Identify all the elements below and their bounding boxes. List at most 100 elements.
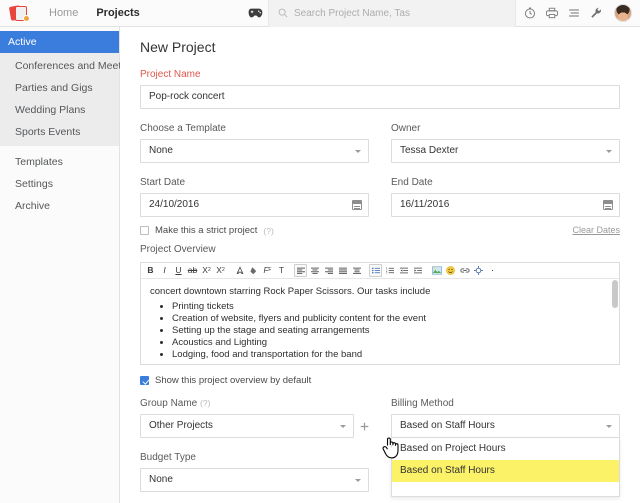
editor-bullet-item: Creation of website, flyers and publicit…: [172, 313, 610, 325]
calendar-icon[interactable]: [352, 200, 362, 210]
sidebar-item-settings[interactable]: Settings: [0, 173, 119, 195]
align-right-icon[interactable]: [322, 264, 335, 277]
print-icon[interactable]: [542, 3, 562, 23]
user-avatar[interactable]: [614, 4, 632, 22]
show-overview-label: Show this project overview by default: [155, 375, 311, 386]
billing-method-field-group: Billing Method Based on Staff Hours Base…: [391, 398, 620, 492]
rich-text-editor: B I U ab X2 X2 FF T: [140, 262, 620, 365]
sidebar-item-sports-events[interactable]: Sports Events: [0, 121, 119, 143]
show-overview-checkbox[interactable]: [140, 376, 149, 385]
align-center-icon[interactable]: [308, 264, 321, 277]
end-date-input[interactable]: 16/11/2016: [391, 193, 620, 217]
project-name-field-group: Project Name Pop-rock concert: [140, 69, 620, 109]
billing-method-select[interactable]: Based on Staff Hours: [391, 414, 620, 438]
highlight-color-icon[interactable]: [247, 264, 260, 277]
gamepad-icon[interactable]: [242, 8, 268, 18]
new-project-form: Project Name Pop-rock concert Choose a T…: [120, 55, 640, 503]
sidebar-item-parties-and-gigs[interactable]: Parties and Gigs: [0, 77, 119, 99]
svg-text:3: 3: [386, 272, 388, 274]
align-left-icon[interactable]: [294, 264, 307, 277]
calendar-icon[interactable]: [603, 200, 613, 210]
start-date-input[interactable]: 24/10/2016: [140, 193, 369, 217]
insert-image-icon[interactable]: [430, 264, 443, 277]
text-color-icon[interactable]: [233, 264, 246, 277]
add-group-icon[interactable]: [360, 422, 369, 431]
wrench-icon[interactable]: [586, 3, 606, 23]
project-overview-label: Project Overview: [140, 244, 620, 255]
block-quote-icon[interactable]: [350, 264, 363, 277]
strict-project-checkbox[interactable]: [140, 226, 149, 235]
strict-project-help-icon[interactable]: (?): [263, 226, 273, 236]
sidebar-item-active[interactable]: Active: [0, 31, 119, 53]
search-placeholder-text: Search Project Name, Tas: [294, 8, 410, 19]
main-content: New Project Project Name Pop-rock concer…: [120, 27, 640, 503]
app-logo[interactable]: [0, 0, 40, 27]
sidebar-item-templates[interactable]: Templates: [0, 151, 119, 173]
project-name-input[interactable]: Pop-rock concert: [140, 85, 620, 109]
align-justify-icon[interactable]: [336, 264, 349, 277]
sidebar-active-group: Conferences and Meetings Parties and Gig…: [0, 53, 119, 146]
sidebar-item-conferences-and-meetings[interactable]: Conferences and Meetings: [0, 55, 119, 77]
project-overview-group: Project Overview B I U ab X2 X2: [140, 244, 620, 365]
insert-emoji-icon[interactable]: [444, 264, 457, 277]
budget-type-selected-value: None: [149, 474, 173, 485]
insert-link-icon[interactable]: [458, 264, 471, 277]
chevron-down-icon: [606, 150, 612, 153]
nav-item-home[interactable]: Home: [40, 0, 87, 27]
budget-type-label: Budget Type: [140, 452, 369, 463]
budget-type-select[interactable]: None: [140, 468, 369, 492]
strikethrough-icon[interactable]: ab: [186, 264, 199, 277]
list-icon[interactable]: [564, 3, 584, 23]
group-name-select[interactable]: Other Projects: [140, 414, 354, 438]
italic-icon[interactable]: I: [158, 264, 171, 277]
budget-type-field-group: Budget Type None: [140, 452, 369, 492]
outdent-icon[interactable]: [397, 264, 410, 277]
owner-field-group: Owner Tessa Dexter: [391, 123, 620, 163]
editor-bullet-item: Setting up the stage and seating arrange…: [172, 325, 610, 337]
sidebar-item-archive[interactable]: Archive: [0, 195, 119, 217]
billing-method-option-project-hours[interactable]: Based on Project Hours: [392, 438, 619, 460]
search-input[interactable]: Search Project Name, Tas: [268, 0, 516, 27]
page-title: New Project: [120, 27, 640, 55]
group-name-field-group: Group Name (?) Other Projects Budge: [140, 398, 369, 492]
bullet-list-icon[interactable]: [369, 264, 382, 277]
top-navigation-bar: Home Projects Search Project Name, Tas: [0, 0, 640, 27]
end-date-label: End Date: [391, 177, 620, 188]
clear-dates-link[interactable]: Clear Dates: [391, 225, 620, 235]
group-billing-row: Group Name (?) Other Projects Budge: [140, 398, 620, 492]
strict-project-row: Make this a strict project (?): [140, 225, 369, 236]
font-family-icon[interactable]: FF: [261, 264, 274, 277]
insert-special-icon[interactable]: [472, 264, 485, 277]
billing-method-option-staff-hours[interactable]: Based on Staff Hours: [392, 460, 619, 482]
editor-scrollbar[interactable]: [612, 280, 618, 308]
dates-row: Start Date 24/10/2016 Make this a strict…: [140, 177, 620, 236]
subscript-icon[interactable]: X2: [200, 264, 213, 277]
group-name-label-text: Group Name: [140, 398, 197, 409]
timer-icon[interactable]: [520, 3, 540, 23]
group-name-control-row: Other Projects: [140, 414, 369, 438]
owner-label: Owner: [391, 123, 620, 134]
project-name-label: Project Name: [140, 69, 620, 80]
editor-bullet-item: Printing tickets: [172, 301, 610, 313]
font-size-icon[interactable]: T: [275, 264, 288, 277]
strict-project-label: Make this a strict project: [155, 225, 257, 236]
sidebar-item-wedding-plans[interactable]: Wedding Plans: [0, 99, 119, 121]
owner-selected-value: Tessa Dexter: [400, 145, 458, 156]
toolbar-icon-group: [516, 3, 610, 23]
billing-method-dropdown: Based on Staff Hours Based on Project Ho…: [391, 414, 620, 438]
indent-icon[interactable]: [411, 264, 424, 277]
editor-bullet-list: Printing tickets Creation of website, fl…: [172, 301, 610, 361]
editor-content[interactable]: concert downtown starring Rock Paper Sci…: [141, 279, 619, 364]
bold-icon[interactable]: B: [144, 264, 157, 277]
more-options-icon[interactable]: ·: [486, 264, 499, 277]
owner-select[interactable]: Tessa Dexter: [391, 139, 620, 163]
nav-item-projects[interactable]: Projects: [87, 0, 148, 27]
template-select[interactable]: None: [140, 139, 369, 163]
end-date-field-group: End Date 16/11/2016 Clear Dates: [391, 177, 620, 236]
superscript-icon[interactable]: X2: [214, 264, 227, 277]
numbered-list-icon[interactable]: 123: [383, 264, 396, 277]
group-name-help-icon[interactable]: (?): [200, 398, 210, 408]
editor-toolbar: B I U ab X2 X2 FF T: [141, 263, 619, 279]
start-date-value: 24/10/2016: [149, 199, 199, 210]
underline-icon[interactable]: U: [172, 264, 185, 277]
